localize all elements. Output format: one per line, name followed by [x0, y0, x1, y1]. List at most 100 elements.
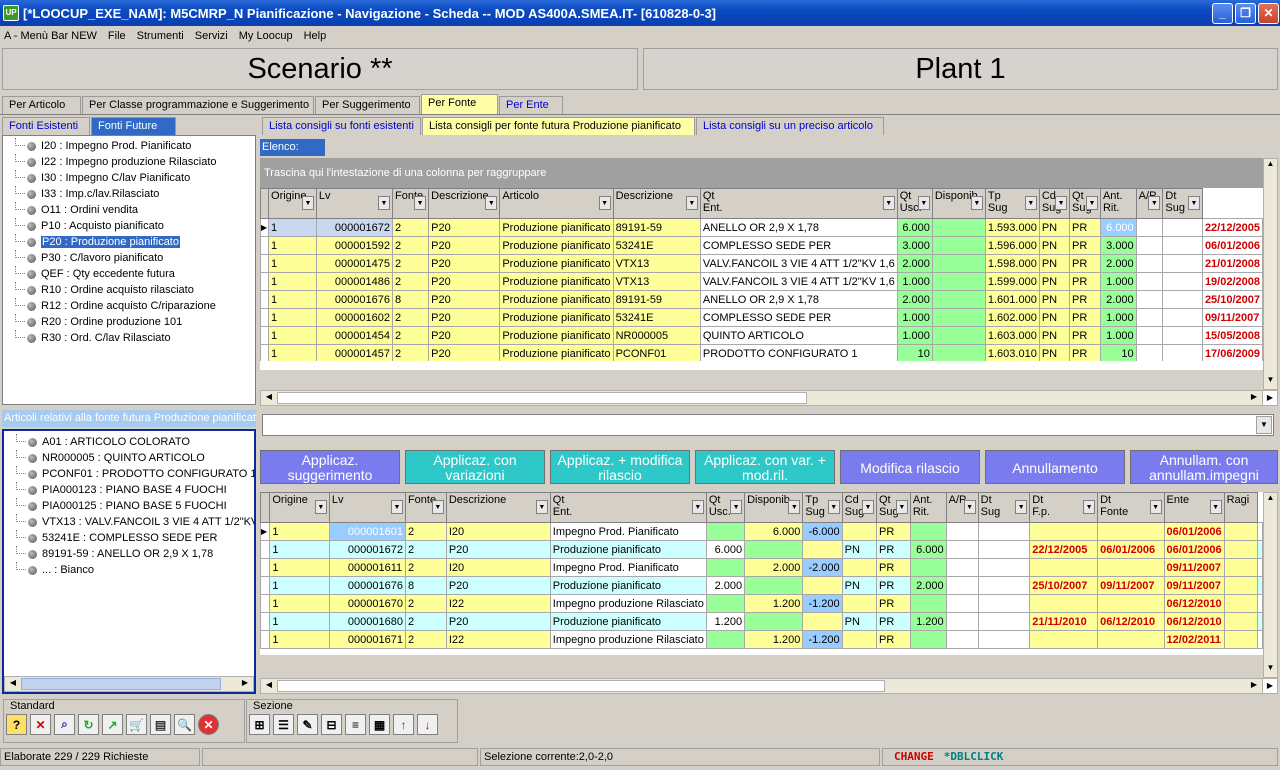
group-by-area[interactable]: Trascina qui l'intestazione di una colon…: [260, 158, 1278, 188]
col-ragi[interactable]: Ragi: [1223, 492, 1259, 523]
table-cell[interactable]: 6.000: [1099, 218, 1137, 237]
row-indicator[interactable]: [260, 344, 270, 363]
table-row[interactable]: 1 000001486 2 P20 Produzione pianificato VTX1…: [260, 272, 1263, 291]
table-cell[interactable]: ANELLO OR 2,9 X 1,78: [699, 218, 898, 237]
table-cell[interactable]: QUINTO ARTICOLO: [699, 326, 898, 345]
table-cell[interactable]: [705, 522, 746, 541]
table-cell[interactable]: 000001671: [328, 630, 406, 649]
table-cell[interactable]: 1: [268, 344, 317, 363]
table-cell[interactable]: PR: [875, 630, 911, 649]
row-indicator[interactable]: [260, 558, 271, 577]
applicaz-var-mod-ril-button[interactable]: Applicaz. con var. + mod.ril.: [695, 450, 835, 484]
menu-item-file[interactable]: File: [108, 30, 126, 42]
scroll-thumb[interactable]: [277, 680, 885, 692]
table-cell[interactable]: P20: [428, 326, 501, 345]
table-cell[interactable]: [909, 522, 947, 541]
table-cell[interactable]: Produzione pianificato: [499, 218, 614, 237]
grid1-vscrollbar[interactable]: ▲ ▼: [1263, 158, 1278, 390]
row-indicator[interactable]: [260, 576, 271, 595]
table-cell[interactable]: ANELLO OR 2,9 X 1,78: [699, 290, 898, 309]
table-cell[interactable]: 2: [391, 326, 430, 345]
table-cell[interactable]: 1.200: [705, 612, 746, 631]
article-item[interactable]: ... : Bianco: [4, 562, 254, 578]
table-cell[interactable]: 000001602: [315, 308, 393, 327]
table-cell[interactable]: Produzione pianificato: [549, 612, 707, 631]
table-cell[interactable]: [931, 326, 986, 345]
table-cell[interactable]: 6.000: [705, 540, 746, 559]
table-cell[interactable]: 19/02/2008: [1201, 272, 1263, 291]
scroll-down-icon[interactable]: ▼: [1264, 375, 1277, 389]
table-cell[interactable]: [802, 612, 843, 631]
col-qt-sug[interactable]: Qt Sug ▼: [875, 492, 911, 523]
col-qt-ent[interactable]: Qt Ent. ▼: [699, 188, 898, 219]
table-cell[interactable]: [1135, 254, 1164, 273]
grid1-hscrollbar[interactable]: ◀ ▶: [260, 390, 1263, 406]
table-cell[interactable]: [705, 630, 746, 649]
table-cell[interactable]: PR: [875, 540, 911, 559]
table-cell[interactable]: PR: [875, 576, 911, 595]
down-red-icon[interactable]: ↓: [417, 714, 438, 735]
table-cell[interactable]: VTX13: [612, 254, 701, 273]
col-origine[interactable]: Origine ▼: [269, 492, 330, 523]
table-cell[interactable]: 2: [391, 272, 430, 291]
table-cell[interactable]: PN: [1038, 344, 1071, 363]
table-cell[interactable]: [1162, 344, 1203, 363]
table-cell[interactable]: [945, 540, 979, 559]
table-cell[interactable]: PR: [1069, 272, 1101, 291]
table-cell[interactable]: [909, 630, 947, 649]
menu-item-servizi[interactable]: Servizi: [195, 30, 228, 42]
scroll-left-icon[interactable]: ◀: [262, 680, 276, 692]
table-cell[interactable]: [1097, 522, 1165, 541]
table-cell[interactable]: VALV.FANCOIL 3 VIE 4 ATT 1/2"KV 1,6: [699, 272, 898, 291]
grid2-hscrollbar[interactable]: ◀ ▶: [260, 678, 1263, 694]
table-cell[interactable]: 000001672: [328, 540, 406, 559]
tab-per-ente[interactable]: Per Ente: [499, 96, 563, 114]
ente-cell[interactable]: [1223, 612, 1259, 631]
table-cell[interactable]: PR: [875, 594, 911, 613]
source-item[interactable]: O11 : Ordini vendita: [3, 202, 255, 218]
table-cell[interactable]: 2: [404, 558, 447, 577]
tab-per-fonte[interactable]: Per Fonte: [421, 94, 498, 114]
source-item[interactable]: P30 : C/lavoro pianificato: [3, 250, 255, 266]
refresh-icon[interactable]: ↻: [78, 714, 99, 735]
col-ant-rit[interactable]: Ant. Rit.: [1099, 188, 1137, 219]
article-item[interactable]: PIA000123 : PIANO BASE 4 FUOCHI: [4, 482, 254, 498]
ente-cell[interactable]: [1223, 576, 1259, 595]
export-icon[interactable]: ▤: [150, 714, 171, 735]
table-cell[interactable]: 3.000: [896, 236, 933, 255]
table-cell[interactable]: 6.000: [896, 218, 933, 237]
table-cell[interactable]: 000001457: [315, 344, 393, 363]
table-cell[interactable]: [977, 558, 1031, 577]
table-cell[interactable]: [705, 558, 746, 577]
table-cell[interactable]: 000001670: [328, 594, 406, 613]
table-cell[interactable]: [945, 594, 979, 613]
table-cell[interactable]: P20: [428, 272, 501, 291]
table-cell[interactable]: [1162, 236, 1203, 255]
table-cell[interactable]: [1162, 326, 1203, 345]
table-cell[interactable]: [1135, 236, 1164, 255]
table-cell[interactable]: 09/11/2007: [1201, 308, 1263, 327]
col-descrizione[interactable]: Descrizione ▼: [445, 492, 551, 523]
table-cell[interactable]: VALV.FANCOIL 3 VIE 4 ATT 1/2"KV 1,6: [699, 254, 898, 273]
table-row[interactable]: 1 000001680 2 P20 Produzione pianificato 1.20…: [260, 612, 1263, 631]
table-cell[interactable]: [945, 630, 979, 649]
table-cell[interactable]: [945, 522, 979, 541]
table-cell[interactable]: 1: [268, 326, 317, 345]
table-cell[interactable]: PN: [1038, 326, 1071, 345]
table-cell[interactable]: 1.000: [896, 326, 933, 345]
table-cell[interactable]: P20: [445, 540, 551, 559]
article-item[interactable]: NR000005 : QUINTO ARTICOLO: [4, 450, 254, 466]
article-item[interactable]: PIA000125 : PIANO BASE 5 FUOCHI: [4, 498, 254, 514]
menu-item-my-loocup[interactable]: My Loocup: [239, 30, 293, 42]
table-cell[interactable]: COMPLESSO SEDE PER: [699, 308, 898, 327]
row-indicator[interactable]: [260, 290, 270, 309]
col-tp-sug[interactable]: Tp Sug ▼: [802, 492, 843, 523]
table-cell[interactable]: 2.000: [705, 576, 746, 595]
table-cell[interactable]: 1.000: [896, 272, 933, 291]
table-cell[interactable]: 1.200: [909, 612, 947, 631]
table-cell[interactable]: [1135, 326, 1164, 345]
table-cell[interactable]: [931, 290, 986, 309]
table-cell[interactable]: P20: [428, 254, 501, 273]
close-button[interactable]: ✕: [1258, 3, 1279, 24]
source-item[interactable]: I30 : Impegno C/lav Pianificato: [3, 170, 255, 186]
